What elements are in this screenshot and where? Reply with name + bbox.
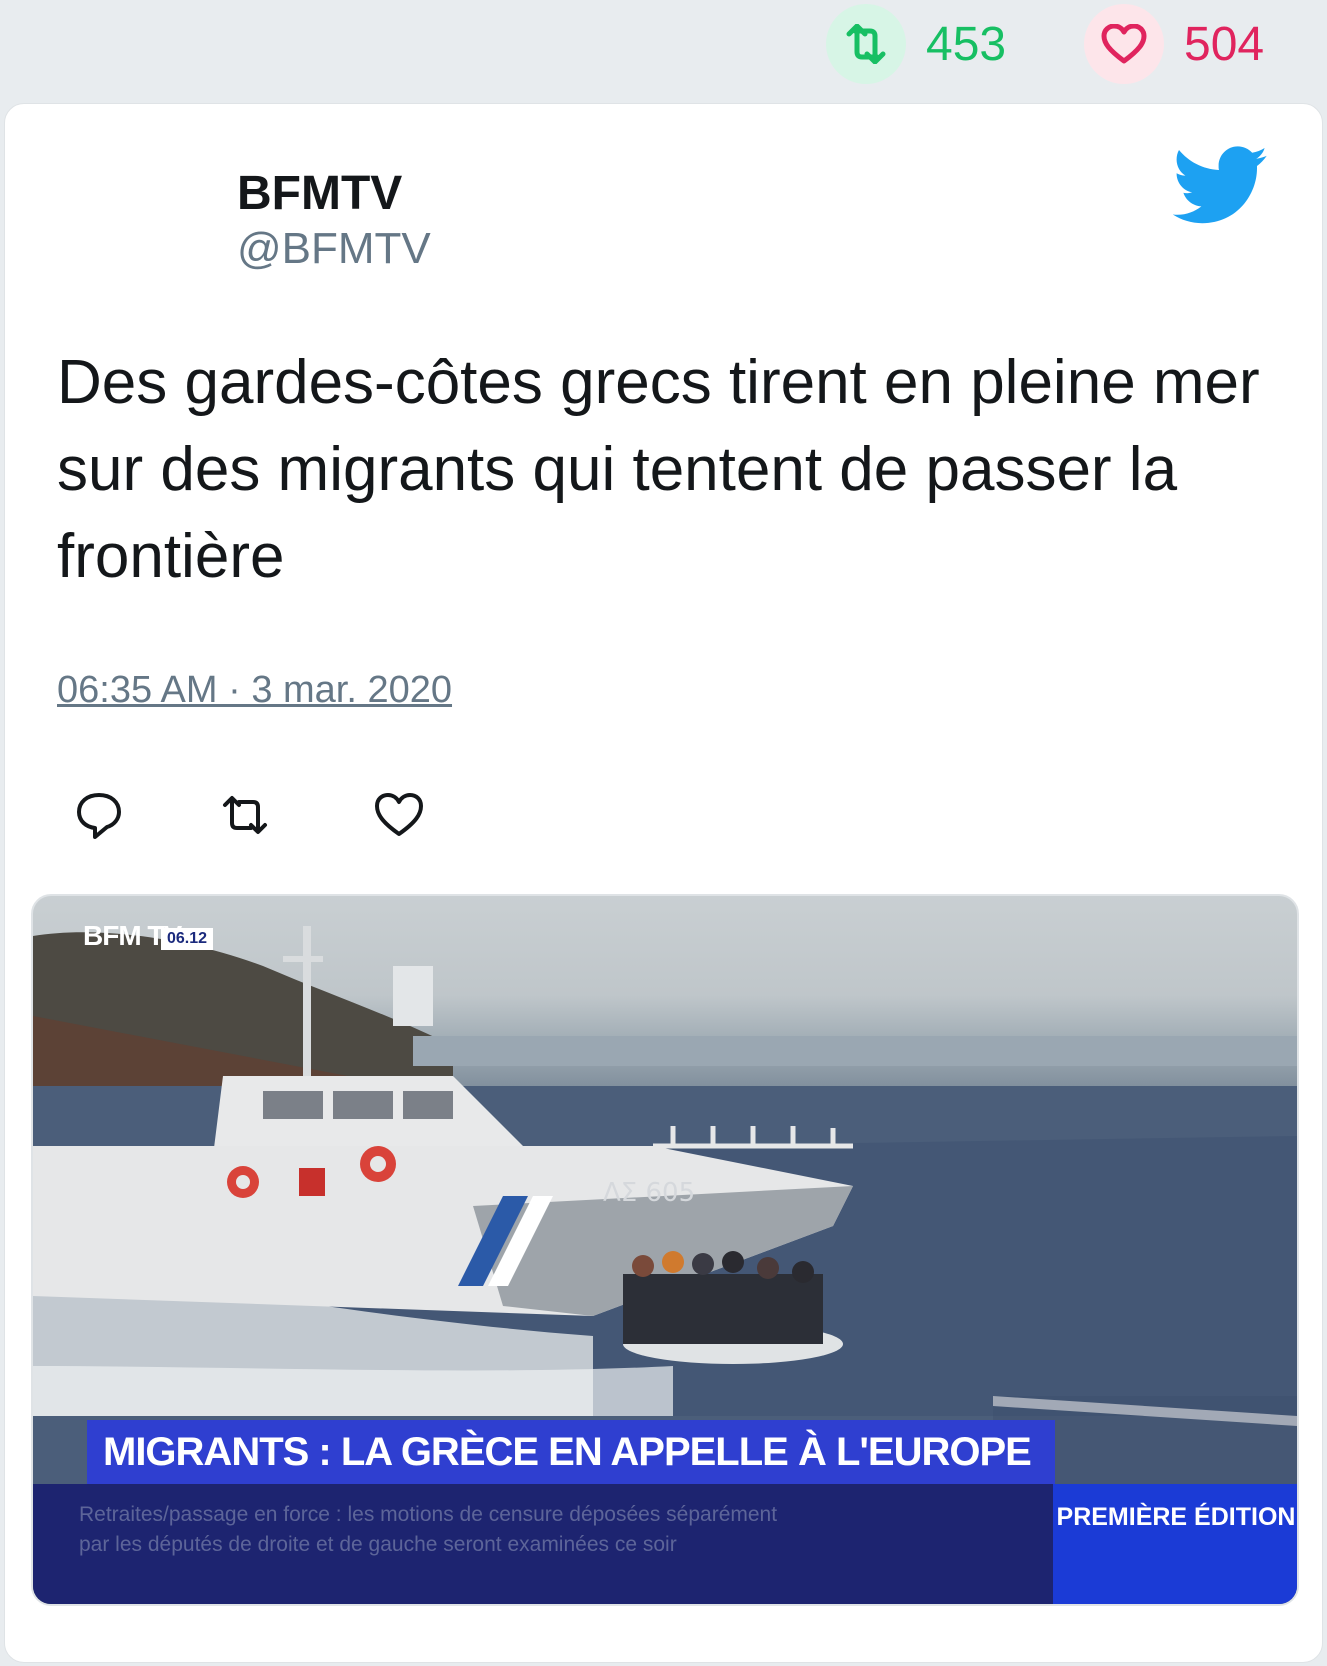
broadcast-clock: 06.12 (161, 928, 214, 950)
tweet-text: Des gardes-côtes grecs tirent en pleine … (57, 348, 1260, 591)
ticker-line-1: Retraites/passage en force : les motions… (79, 1503, 778, 1526)
retweet-count: 453 (926, 17, 1007, 71)
retweet-stat-icon (826, 4, 906, 84)
tweet-timestamp-link[interactable]: 06:35 AM · 3 mar. 2020 (57, 669, 452, 712)
retweet-count-stat[interactable]: 453 (826, 4, 1006, 84)
boat-registration: ΛΣ 605 (603, 1178, 695, 1208)
author-handle[interactable]: @BFMTV (237, 224, 431, 274)
twitter-bird-icon[interactable] (1173, 146, 1269, 226)
like-icon[interactable] (371, 787, 427, 843)
like-count: 504 (1184, 17, 1265, 71)
news-ticker: Retraites/passage en force : les motions… (33, 1484, 1053, 1604)
reply-icon[interactable] (71, 787, 127, 843)
edition-label: PREMIÈRE ÉDITION (1053, 1484, 1297, 1604)
retweet-icon[interactable] (217, 787, 273, 843)
tweet-card[interactable]: BFMTV @BFMTV Des gardes-côtes grecs tire… (4, 103, 1323, 1663)
ticker-line-2: par les députés de droite et de gauche s… (79, 1533, 677, 1556)
news-headline-banner: MIGRANTS : LA GRÈCE EN APPELLE À L'EUROP… (87, 1420, 1055, 1484)
like-count-stat[interactable]: 504 (1084, 4, 1264, 84)
heart-stat-icon (1084, 4, 1164, 84)
engagement-stats-bar: 453 504 (0, 0, 1327, 100)
author-name[interactable]: BFMTV (237, 166, 402, 221)
tweet-video-player[interactable]: ΛΣ 605 BFM TV. 06.12 MIGRANTS : LA GRÈCE… (31, 894, 1299, 1606)
